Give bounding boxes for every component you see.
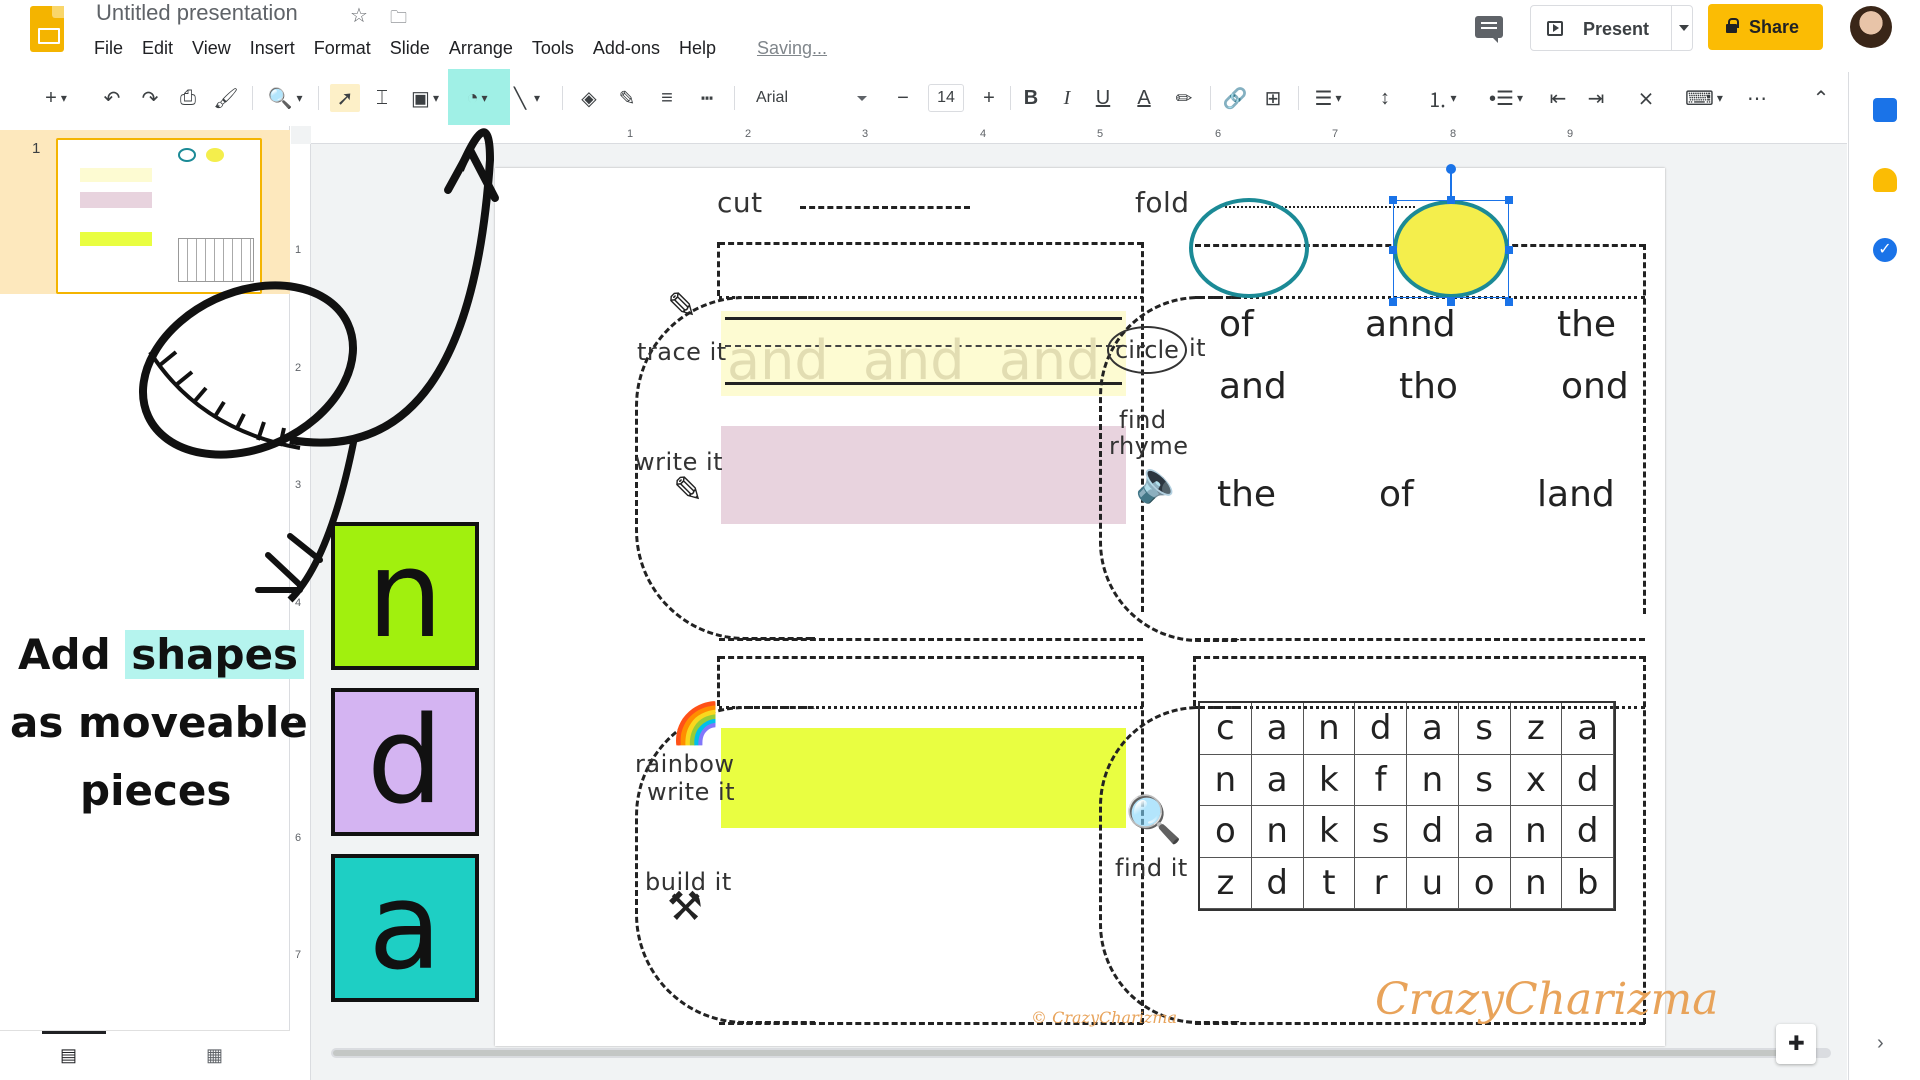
hatch-arc bbox=[148, 350, 301, 450]
arrow-fletching bbox=[255, 533, 323, 593]
letter-tile-d[interactable]: d bbox=[331, 688, 479, 836]
pointer-arrow-curve bbox=[289, 128, 495, 447]
letter-tile-n[interactable]: n bbox=[331, 522, 479, 670]
letter-tile-a[interactable]: a bbox=[331, 854, 479, 1002]
overlay-drawing bbox=[138, 128, 499, 603]
hatch-marks bbox=[158, 350, 286, 447]
hand-drawn-loop bbox=[138, 281, 358, 459]
caption-line-1: Add shapes bbox=[18, 630, 305, 679]
caption-line-3: pieces bbox=[80, 766, 232, 815]
caption-line-2: as moveable bbox=[10, 698, 308, 747]
